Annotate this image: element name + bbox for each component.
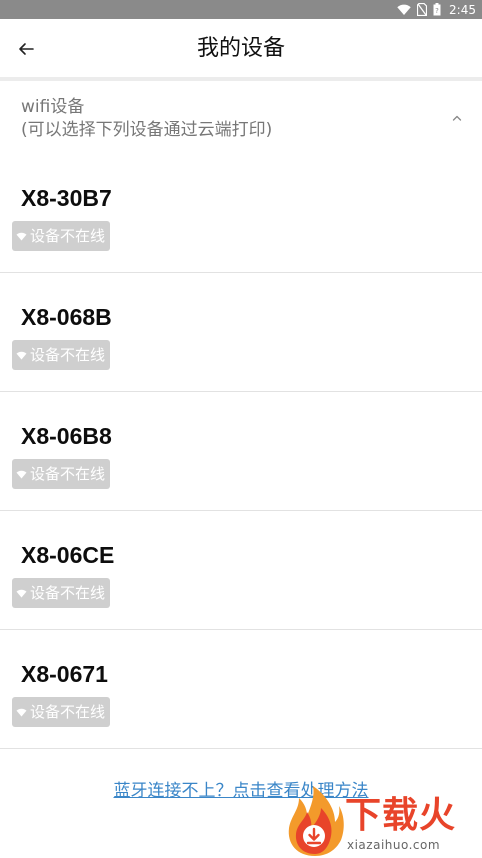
status-text: 设备不在线 <box>30 465 106 483</box>
wifi-icon <box>16 589 27 597</box>
device-item[interactable]: X8-068B 设备不在线 <box>0 273 482 392</box>
device-list: X8-30B7 设备不在线 X8-068B 设备不在线 X8-06B8 设备不在… <box>0 154 482 749</box>
status-time: 2:45 <box>449 2 476 17</box>
wifi-icon <box>16 232 27 240</box>
section-subtitle: (可以选择下列设备通过云端打印) <box>21 120 273 140</box>
flame-logo-icon <box>288 786 344 856</box>
status-text: 设备不在线 <box>30 584 106 602</box>
no-sim-icon <box>417 3 428 16</box>
watermark: 下载火 xiazaihuo.com <box>283 786 482 858</box>
device-name: X8-0671 <box>21 661 108 687</box>
status-icons: ? 2:45 <box>397 1 476 18</box>
device-name: X8-06B8 <box>21 423 112 449</box>
wifi-icon <box>16 351 27 359</box>
page-title: 我的设备 <box>196 36 285 61</box>
app-bar-divider <box>0 77 482 81</box>
watermark-domain: xiazaihuo.com <box>347 838 441 852</box>
device-item[interactable]: X8-06B8 设备不在线 <box>0 392 482 511</box>
status-text: 设备不在线 <box>30 346 106 364</box>
wifi-icon <box>397 4 411 16</box>
status-badge: 设备不在线 <box>12 340 111 370</box>
status-badge: 设备不在线 <box>12 459 111 489</box>
status-badge: 设备不在线 <box>12 578 111 608</box>
app-bar: 我的设备 <box>0 19 482 79</box>
wifi-icon <box>16 708 27 716</box>
status-badge: 设备不在线 <box>12 221 111 251</box>
back-button[interactable] <box>12 35 40 63</box>
battery-icon: ? <box>433 3 441 16</box>
status-text: 设备不在线 <box>30 703 106 721</box>
status-text: 设备不在线 <box>30 227 106 245</box>
device-name: X8-06CE <box>21 542 115 568</box>
status-badge: 设备不在线 <box>12 697 111 727</box>
device-item[interactable]: X8-06CE 设备不在线 <box>0 511 482 630</box>
wifi-icon <box>16 470 27 478</box>
device-name: X8-068B <box>21 304 112 330</box>
section-title: wifi设备 <box>21 97 85 117</box>
wifi-section-header[interactable]: wifi设备 (可以选择下列设备通过云端打印) <box>0 84 482 148</box>
chevron-up-icon[interactable] <box>449 110 465 126</box>
status-bar: ? 2:45 <box>0 0 482 19</box>
watermark-name: 下载火 <box>345 795 457 836</box>
svg-text:?: ? <box>435 7 439 15</box>
device-item[interactable]: X8-30B7 设备不在线 <box>0 154 482 273</box>
device-name: X8-30B7 <box>21 185 112 211</box>
back-arrow-icon <box>19 43 34 55</box>
device-item[interactable]: X8-0671 设备不在线 <box>0 630 482 749</box>
